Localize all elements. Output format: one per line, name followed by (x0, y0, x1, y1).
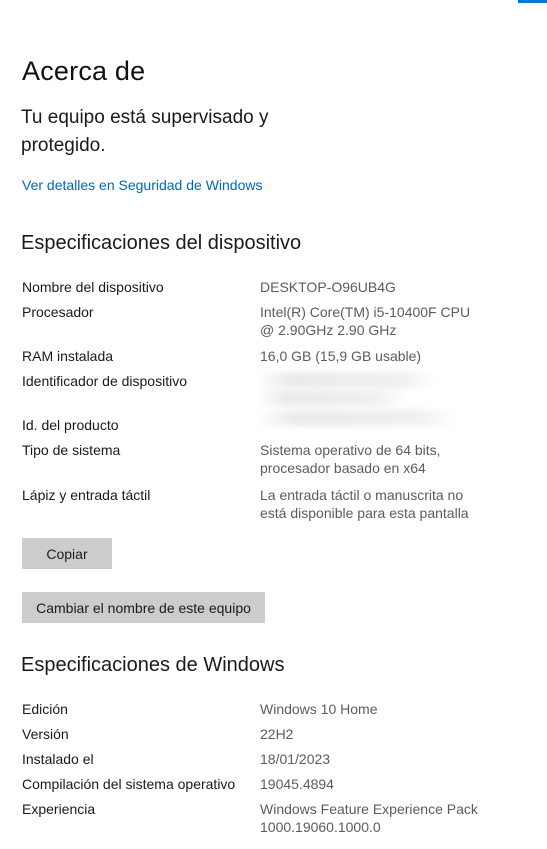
window-accent-bar (518, 0, 547, 3)
spec-value: 22H2 (260, 726, 294, 742)
spec-label: Edición (22, 701, 68, 717)
redacted-device-id (256, 372, 436, 388)
spec-value: 18/01/2023 (260, 751, 331, 767)
spec-label: Procesador (22, 304, 94, 320)
rename-pc-button[interactable]: Cambiar el nombre de este equipo (22, 592, 265, 623)
spec-label: Id. del producto (22, 417, 119, 433)
security-status-text: Tu equipo está supervisado y protegido. (21, 107, 269, 156)
page-title: Acerca de (22, 56, 146, 86)
redacted-device-id-line2 (256, 390, 406, 406)
spec-label: RAM instalada (22, 348, 114, 364)
windows-specs-title: Especificaciones de Windows (21, 654, 285, 676)
spec-label: Identificador de dispositivo (22, 373, 187, 389)
spec-value: 19045.4894 (260, 776, 334, 792)
spec-label: Tipo de sistema (22, 442, 121, 458)
redacted-product-id (256, 410, 456, 426)
spec-label: Lápiz y entrada táctil (22, 487, 151, 503)
spec-value: DESKTOP-O96UB4G (260, 279, 396, 295)
spec-value: Sistema operativo de 64 bits, procesador… (260, 442, 441, 476)
copy-button[interactable]: Copiar (22, 538, 112, 569)
spec-value: Intel(R) Core(TM) i5-10400F CPU @ 2.90GH… (260, 304, 471, 338)
spec-value: Windows 10 Home (260, 701, 378, 717)
spec-label: Instalado el (22, 751, 94, 767)
security-details-link[interactable]: Ver detalles en Seguridad de Windows (22, 177, 262, 193)
spec-value: La entrada táctil o manuscrita no está d… (260, 487, 469, 521)
device-specs-title: Especificaciones del dispositivo (21, 232, 302, 254)
spec-value: Windows Feature Experience Pack 1000.190… (260, 801, 478, 835)
spec-label: Compilación del sistema operativo (22, 776, 236, 792)
spec-label: Nombre del dispositivo (22, 279, 164, 295)
spec-value: 16,0 GB (15,9 GB usable) (260, 348, 422, 364)
spec-label: Versión (22, 726, 69, 742)
spec-label: Experiencia (22, 801, 96, 817)
about-page: Acerca de Tu equipo está supervisado y p… (0, 0, 547, 849)
